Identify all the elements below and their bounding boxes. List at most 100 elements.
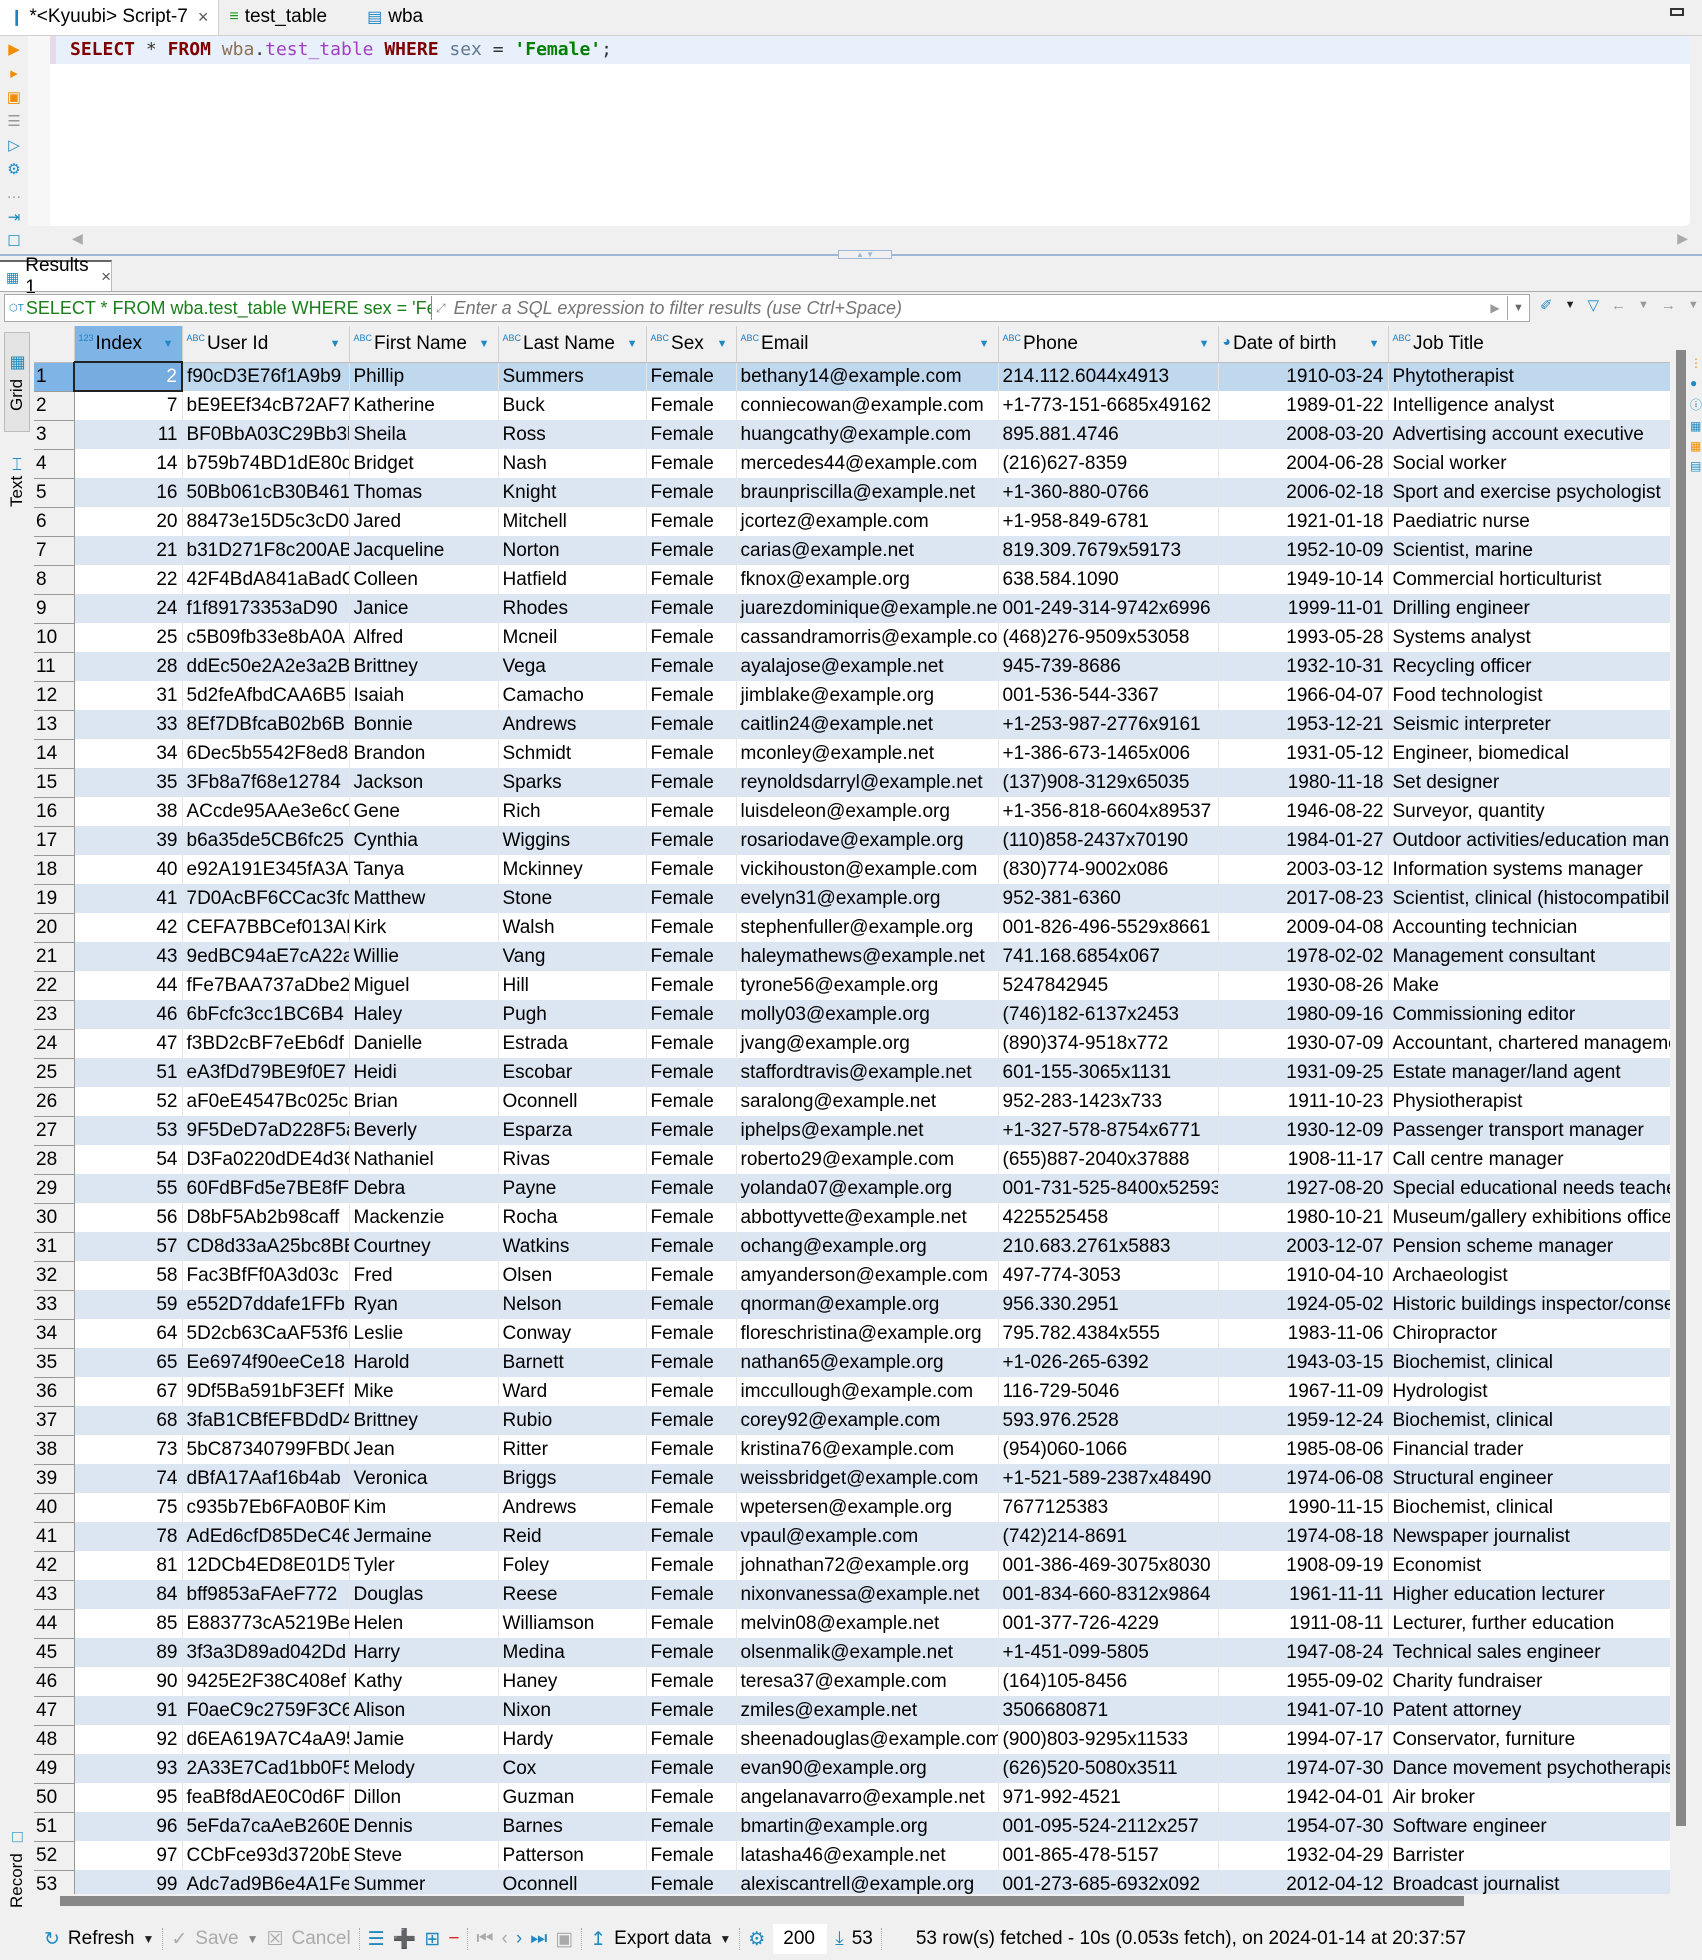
cell-last-name[interactable]: Cox bbox=[498, 1754, 647, 1783]
cell-sex[interactable]: Female bbox=[646, 1116, 737, 1145]
cell-email[interactable]: nathan65@example.org bbox=[736, 1348, 999, 1377]
cell-date-of-birth[interactable]: 1978-02-02 bbox=[1218, 942, 1389, 971]
cell-email[interactable]: mconley@example.net bbox=[736, 739, 999, 768]
cell-sex[interactable]: Female bbox=[646, 826, 737, 855]
cell-user-id[interactable]: 6Dec5b5542F8ed8 bbox=[182, 739, 350, 768]
cell-sex[interactable]: Female bbox=[646, 1812, 737, 1841]
cell-email[interactable]: johnathan72@example.org bbox=[736, 1551, 999, 1580]
tab-test-table[interactable]: ≡ test_table bbox=[219, 0, 337, 35]
cell-email[interactable]: jvang@example.org bbox=[736, 1029, 999, 1058]
cell-first-name[interactable]: Willie bbox=[349, 942, 499, 971]
sort-filter-icon[interactable]: ▼ bbox=[1369, 338, 1380, 350]
cell-job-title[interactable]: Information systems manager bbox=[1388, 855, 1670, 884]
row-number[interactable]: 24 bbox=[34, 1029, 75, 1059]
scroll-right-icon[interactable]: ▶ bbox=[1677, 230, 1688, 247]
cell-email[interactable]: vickihouston@example.com bbox=[736, 855, 999, 884]
cell-first-name[interactable]: Mike bbox=[349, 1377, 499, 1406]
cell-job-title[interactable]: Commercial horticulturist bbox=[1388, 565, 1670, 594]
cell-sex[interactable]: Female bbox=[646, 1232, 737, 1261]
cell-date-of-birth[interactable]: 1908-09-19 bbox=[1218, 1551, 1389, 1580]
sort-filter-icon[interactable]: ▼ bbox=[330, 338, 341, 350]
cell-sex[interactable]: Female bbox=[646, 1000, 737, 1029]
row-number[interactable]: 22 bbox=[34, 971, 75, 1001]
row-number[interactable]: 36 bbox=[34, 1377, 75, 1407]
cell-user-id[interactable]: 9Df5Ba591bF3EFf bbox=[182, 1377, 350, 1406]
cell-last-name[interactable]: Vang bbox=[498, 942, 647, 971]
cell-sex[interactable]: Female bbox=[646, 449, 737, 478]
previous-page-icon[interactable]: ‹ bbox=[502, 1928, 508, 1950]
cell-email[interactable]: weissbridget@example.com bbox=[736, 1464, 999, 1493]
cell-phone[interactable]: 593.976.2528 bbox=[998, 1406, 1219, 1435]
cell-phone[interactable]: 116-729-5046 bbox=[998, 1377, 1219, 1406]
cell-date-of-birth[interactable]: 1910-03-24 bbox=[1218, 362, 1389, 391]
cell-date-of-birth[interactable]: 2008-03-20 bbox=[1218, 420, 1389, 449]
row-number[interactable]: 35 bbox=[34, 1348, 75, 1378]
cell-phone[interactable]: 601-155-3065x1131 bbox=[998, 1058, 1219, 1087]
row-number[interactable]: 48 bbox=[34, 1725, 75, 1755]
cell-job-title[interactable]: Make bbox=[1388, 971, 1670, 1000]
cell-date-of-birth[interactable]: 1942-04-01 bbox=[1218, 1783, 1389, 1812]
row-number[interactable]: 44 bbox=[34, 1609, 75, 1639]
cell-index[interactable]: 14 bbox=[74, 449, 183, 478]
cell-sex[interactable]: Female bbox=[646, 536, 737, 565]
cell-first-name[interactable]: Bonnie bbox=[349, 710, 499, 739]
sort-filter-icon[interactable]: ▼ bbox=[479, 338, 490, 350]
cell-sex[interactable]: Female bbox=[646, 1783, 737, 1812]
cell-email[interactable]: staffordtravis@example.net bbox=[736, 1058, 999, 1087]
table-row[interactable]: 7 21 b31D271F8c200AB Jacqueline Norton Female… bbox=[34, 536, 1670, 566]
next-page-icon[interactable]: › bbox=[516, 1928, 522, 1950]
cell-date-of-birth[interactable]: 1927-08-20 bbox=[1218, 1174, 1389, 1203]
chevron-down-icon[interactable]: ▼ bbox=[1565, 299, 1576, 311]
cell-sex[interactable]: Female bbox=[646, 1203, 737, 1232]
cell-date-of-birth[interactable]: 1911-08-11 bbox=[1218, 1609, 1389, 1638]
cell-date-of-birth[interactable]: 1959-12-24 bbox=[1218, 1406, 1389, 1435]
cell-date-of-birth[interactable]: 1990-11-15 bbox=[1218, 1493, 1389, 1522]
table-row[interactable]: 46 90 9425E2F38C408ef Kathy Haney Female teres… bbox=[34, 1667, 1670, 1697]
cell-last-name[interactable]: Rocha bbox=[498, 1203, 647, 1232]
cell-last-name[interactable]: Pugh bbox=[498, 1000, 647, 1029]
cell-index[interactable]: 24 bbox=[74, 594, 183, 623]
cell-user-id[interactable]: b31D271F8c200AB bbox=[182, 536, 350, 565]
chevron-down-icon[interactable]: ▼ bbox=[1688, 299, 1699, 311]
cell-last-name[interactable]: Medina bbox=[498, 1638, 647, 1667]
table-row[interactable]: 15 35 3Fb8a7f68e12784 Jackson Sparks Female re… bbox=[34, 768, 1670, 798]
row-number[interactable]: 39 bbox=[34, 1464, 75, 1494]
cell-user-id[interactable]: bff9853aFAeF772 bbox=[182, 1580, 350, 1609]
refresh-button[interactable]: Refresh bbox=[68, 1928, 135, 1950]
cell-index[interactable]: 96 bbox=[74, 1812, 183, 1841]
editor-horizontal-scrollbar[interactable]: ◀ ▶ bbox=[50, 226, 1690, 248]
column-header-index[interactable]: 123 Index ▼ bbox=[74, 326, 183, 363]
cell-index[interactable]: 40 bbox=[74, 855, 183, 884]
explain-plan-icon[interactable]: ☰ bbox=[7, 112, 20, 132]
cell-index[interactable]: 16 bbox=[74, 478, 183, 507]
cell-index[interactable]: 89 bbox=[74, 1638, 183, 1667]
table-row[interactable]: 24 47 f3BD2cBF7eEb6df Danielle Estrada Female… bbox=[34, 1029, 1670, 1059]
cell-phone[interactable]: 956.330.2951 bbox=[998, 1290, 1219, 1319]
console-icon[interactable]: ▷ bbox=[8, 136, 20, 156]
cell-email[interactable]: stephenfuller@example.org bbox=[736, 913, 999, 942]
cell-email[interactable]: ochang@example.org bbox=[736, 1232, 999, 1261]
cell-user-id[interactable]: 42F4BdA841aBadC bbox=[182, 565, 350, 594]
table-row[interactable]: 36 67 9Df5Ba591bF3EFf Mike Ward Female imccull… bbox=[34, 1377, 1670, 1407]
cell-user-id[interactable]: e92A191E345fA3A bbox=[182, 855, 350, 884]
row-number[interactable]: 32 bbox=[34, 1261, 75, 1291]
row-number[interactable]: 15 bbox=[34, 768, 75, 798]
table-row[interactable]: 34 64 5D2cb63CaAF53f6 Leslie Conway Female flo… bbox=[34, 1319, 1670, 1349]
cell-phone[interactable]: (110)858-2437x70190 bbox=[998, 826, 1219, 855]
row-number[interactable]: 47 bbox=[34, 1696, 75, 1726]
cell-user-id[interactable]: b759b74BD1dE80d bbox=[182, 449, 350, 478]
cell-email[interactable]: abbottyvette@example.net bbox=[736, 1203, 999, 1232]
cell-last-name[interactable]: Mitchell bbox=[498, 507, 647, 536]
cell-job-title[interactable]: Physiotherapist bbox=[1388, 1087, 1670, 1116]
cell-index[interactable]: 64 bbox=[74, 1319, 183, 1348]
cell-index[interactable]: 57 bbox=[74, 1232, 183, 1261]
cell-sex[interactable]: Female bbox=[646, 855, 737, 884]
column-header-last-name[interactable]: ABC Last Name ▼ bbox=[498, 326, 647, 363]
cell-job-title[interactable]: Charity fundraiser bbox=[1388, 1667, 1670, 1696]
cell-last-name[interactable]: Ritter bbox=[498, 1435, 647, 1464]
cell-user-id[interactable]: Adc7ad9B6e4A1Fe bbox=[182, 1870, 350, 1894]
row-number[interactable]: 12 bbox=[34, 681, 75, 711]
cell-phone[interactable]: 001-249-314-9742x6996 bbox=[998, 594, 1219, 623]
cell-index[interactable]: 85 bbox=[74, 1609, 183, 1638]
cell-email[interactable]: fknox@example.org bbox=[736, 565, 999, 594]
